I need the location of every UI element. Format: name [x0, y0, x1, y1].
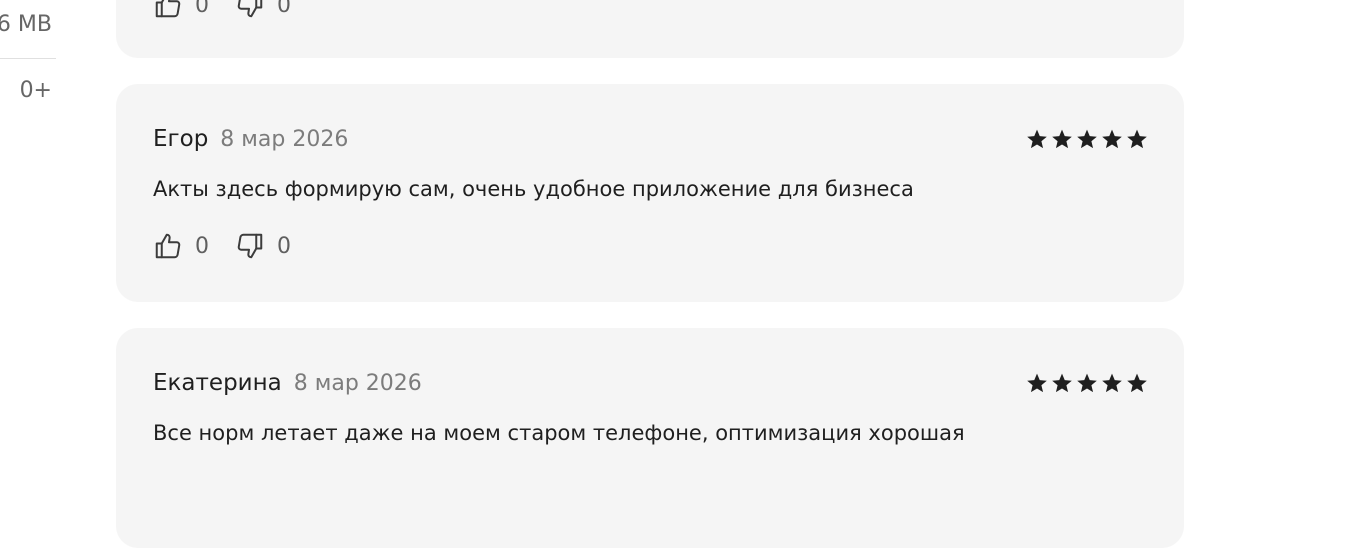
star-icon	[1102, 373, 1122, 393]
review-rating	[1026, 372, 1148, 394]
review-author: Егор	[153, 126, 209, 152]
like-button[interactable]: 0	[153, 231, 209, 261]
dislike-count: 0	[277, 233, 291, 259]
review-date: 8 мар 2026	[293, 371, 422, 396]
dislike-button[interactable]: 0	[235, 0, 291, 20]
review-text: Все норм летает даже на моем старом теле…	[153, 421, 965, 445]
review-author: Екатерина	[153, 370, 282, 396]
review-rating	[1026, 128, 1148, 150]
thumb-down-icon	[237, 0, 263, 18]
star-icon	[1127, 373, 1147, 393]
divider	[0, 58, 56, 59]
star-icon	[1052, 373, 1072, 393]
review-text: Акты здесь формирую сам, очень удобное п…	[153, 177, 914, 201]
review-card: 0 0	[116, 0, 1184, 58]
review-card: Екатерина 8 мар 2026 Все норм летает даж…	[116, 328, 1184, 548]
app-info-sidebar: 6 MB 0+	[0, 0, 56, 120]
dislike-button[interactable]: 0	[235, 231, 291, 261]
review-header: Екатерина 8 мар 2026	[153, 370, 422, 396]
review-header: Егор 8 мар 2026	[153, 126, 348, 152]
app-size: 6 MB	[0, 12, 52, 37]
star-icon	[1077, 373, 1097, 393]
review-votes: 0 0	[153, 0, 291, 20]
star-icon	[1127, 129, 1147, 149]
review-votes: 0 0	[153, 231, 291, 261]
like-button[interactable]: 0	[153, 0, 209, 20]
review-date: 8 мар 2026	[220, 127, 349, 152]
dislike-count: 0	[277, 0, 291, 18]
thumb-up-icon	[155, 0, 181, 18]
star-icon	[1077, 129, 1097, 149]
thumb-up-icon	[155, 233, 181, 259]
star-icon	[1102, 129, 1122, 149]
thumb-down-icon	[237, 233, 263, 259]
review-card: Егор 8 мар 2026 Акты здесь формирую сам,…	[116, 84, 1184, 302]
star-icon	[1027, 373, 1047, 393]
star-icon	[1052, 129, 1072, 149]
like-count: 0	[195, 233, 209, 259]
star-icon	[1027, 129, 1047, 149]
age-rating: 0+	[19, 78, 52, 103]
like-count: 0	[195, 0, 209, 18]
